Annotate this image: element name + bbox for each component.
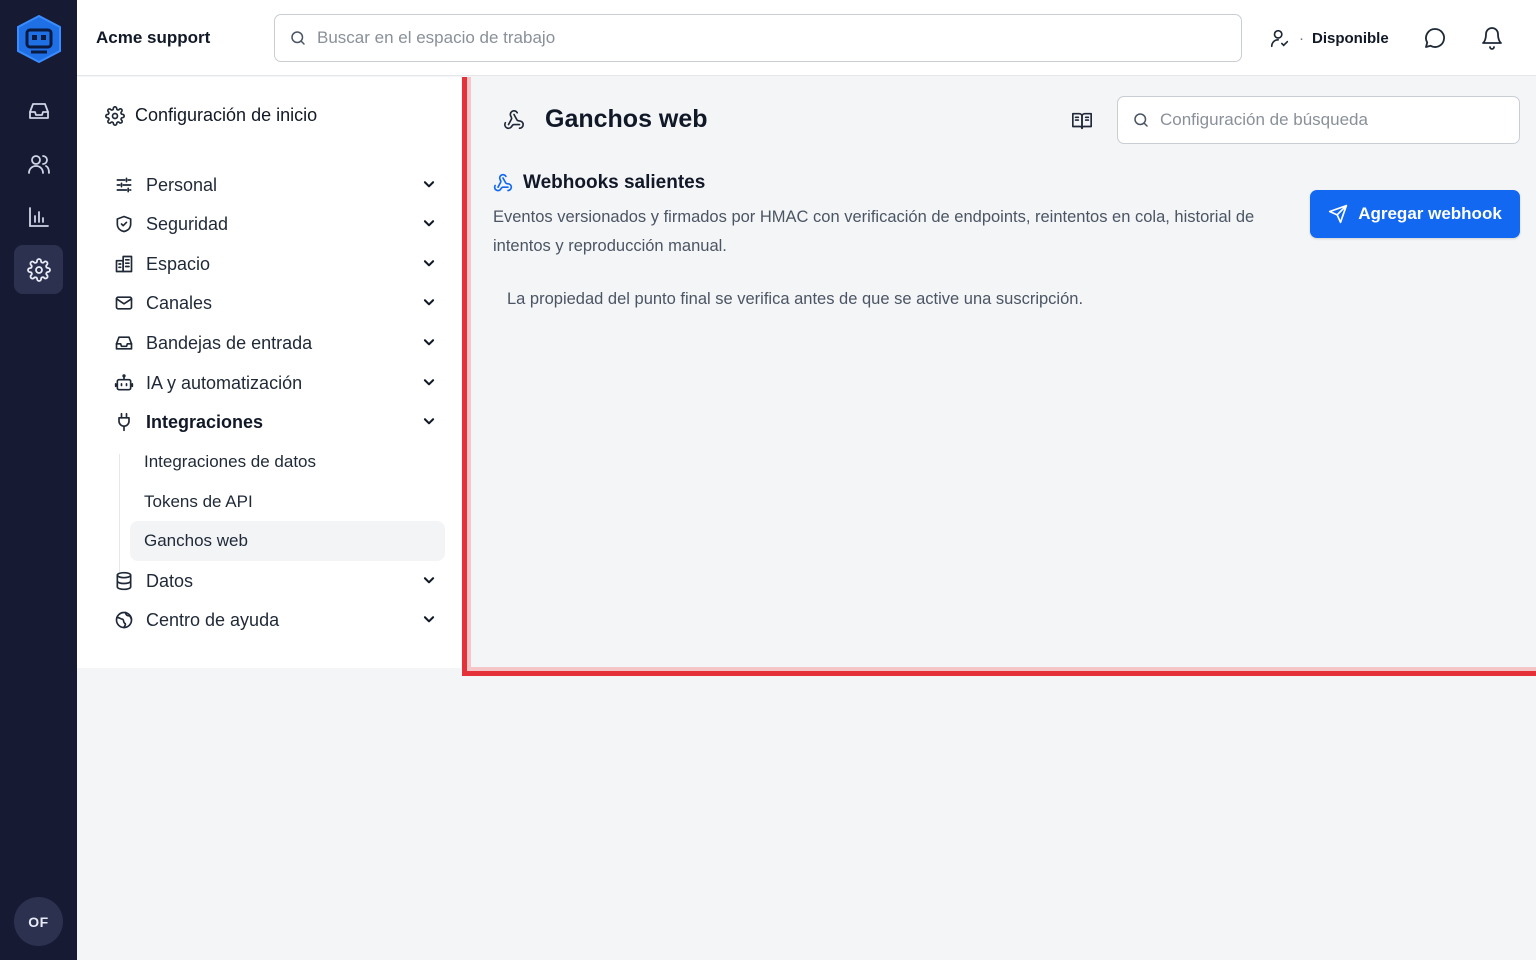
section-title: Webhooks salientes (523, 172, 706, 193)
verification-note: La propiedad del punto final se verifica… (507, 290, 1084, 308)
nav-subitem-webhooks[interactable]: Ganchos web (130, 521, 445, 561)
section-description: Eventos versionados y firmados por HMAC … (493, 208, 1255, 255)
nav-subitem-label: Ganchos web (144, 531, 248, 550)
search-icon (1132, 111, 1150, 129)
chevron-down-icon (422, 335, 436, 349)
nav-subitem-label: Integraciones de datos (144, 452, 317, 471)
app-logo-icon[interactable] (16, 14, 62, 64)
nav-item-security[interactable]: Seguridad (114, 206, 436, 242)
chevron-down-icon (422, 414, 436, 428)
nav-item-personal[interactable]: Personal (114, 167, 436, 203)
bot-icon (114, 373, 134, 393)
nav-item-ai-automation[interactable]: IA y automatización (114, 365, 436, 401)
add-webhook-button[interactable]: Agregar webhook (1310, 190, 1520, 238)
nav-item-data[interactable]: Datos (114, 563, 436, 599)
chevron-down-icon (422, 256, 436, 270)
nav-subitem-label: Tokens de API (144, 492, 253, 511)
chevron-down-icon (422, 177, 436, 191)
sliders-icon (114, 175, 134, 195)
nav-item-label: Personal (146, 174, 218, 195)
notifications-button[interactable] (1480, 26, 1504, 50)
reports-icon (27, 205, 51, 229)
rail-contacts-button[interactable] (14, 139, 63, 188)
chat-button[interactable] (1423, 26, 1447, 50)
plug-icon (114, 412, 134, 432)
chevron-down-icon (422, 295, 436, 309)
nav-item-channels[interactable]: Canales (114, 285, 436, 321)
user-status-icon (1269, 27, 1291, 49)
chevron-down-icon (422, 612, 436, 626)
section-header: Webhooks salientes (493, 172, 705, 194)
settings-search[interactable] (1117, 96, 1520, 144)
search-icon (289, 29, 307, 47)
panel-inner-border: Ganchos web Configuración de búsqueda We… (467, 77, 1536, 671)
webhooks-panel: Ganchos web Configuración de búsqueda We… (462, 77, 1536, 676)
availability-status[interactable]: · Disponible (1269, 26, 1389, 50)
settings-search-input[interactable] (1160, 110, 1519, 130)
documentation-button[interactable] (1071, 110, 1093, 132)
nav-item-integrations[interactable]: Integraciones (114, 404, 436, 440)
settings-home-label: Configuración de inicio (135, 105, 318, 125)
inbox-icon (27, 99, 51, 123)
top-bar: Acme support · Disponible (77, 0, 1536, 76)
chevron-down-icon (422, 216, 436, 230)
nav-item-label: Bandejas de entrada (146, 332, 313, 353)
status-label: Disponible (1312, 29, 1389, 47)
building-icon (114, 254, 134, 274)
user-avatar[interactable]: OF (14, 897, 63, 946)
webhook-icon (493, 173, 513, 193)
nav-item-workspace[interactable]: Espacio (114, 246, 436, 282)
nav-item-help-center[interactable]: Centro de ayuda (114, 602, 436, 638)
database-icon (114, 571, 134, 591)
rail-inbox-button[interactable] (14, 86, 63, 135)
shield-icon (114, 214, 134, 234)
globe-icon (114, 610, 134, 630)
contacts-icon (27, 152, 51, 176)
nav-item-label: Centro de ayuda (146, 609, 280, 630)
nav-subitem-api-tokens[interactable]: Tokens de API (130, 482, 445, 522)
rail-settings-button[interactable] (14, 245, 63, 294)
settings-home-link[interactable]: Configuración de inicio (105, 105, 317, 126)
chevron-down-icon (422, 573, 436, 587)
send-icon (1328, 204, 1348, 224)
inbox-icon (114, 333, 134, 353)
page-title: Ganchos web (545, 105, 708, 133)
nav-item-label: Integraciones (146, 411, 264, 432)
nav-item-label: Canales (146, 292, 213, 313)
page-header: Ganchos web (503, 105, 708, 134)
workspace-search[interactable] (274, 14, 1242, 62)
webhook-icon (503, 109, 525, 131)
status-separator: · (1299, 29, 1304, 47)
rail-reports-button[interactable] (14, 192, 63, 241)
nav-item-label: Espacio (146, 253, 211, 274)
workspace-name[interactable]: Acme support (96, 28, 210, 48)
settings-nav: Configuración de inicio Personal Segurid… (77, 77, 461, 668)
add-webhook-label: Agregar webhook (1358, 204, 1502, 223)
app-rail: OF (0, 0, 77, 960)
workspace-search-input[interactable] (317, 28, 1241, 48)
chat-bubble-icon (1423, 26, 1447, 50)
book-open-icon (1071, 110, 1093, 132)
mail-icon (114, 293, 134, 313)
submenu-guide-line (119, 454, 120, 572)
bell-icon (1480, 26, 1504, 50)
nav-item-label: IA y automatización (146, 372, 303, 393)
nav-subitem-data-integrations[interactable]: Integraciones de datos (130, 442, 445, 482)
nav-item-label: Datos (146, 570, 194, 591)
chevron-down-icon (422, 375, 436, 389)
settings-icon (26, 257, 51, 282)
nav-item-label: Seguridad (146, 213, 229, 234)
nav-item-inboxes[interactable]: Bandejas de entrada (114, 325, 436, 361)
gear-icon (105, 105, 125, 126)
